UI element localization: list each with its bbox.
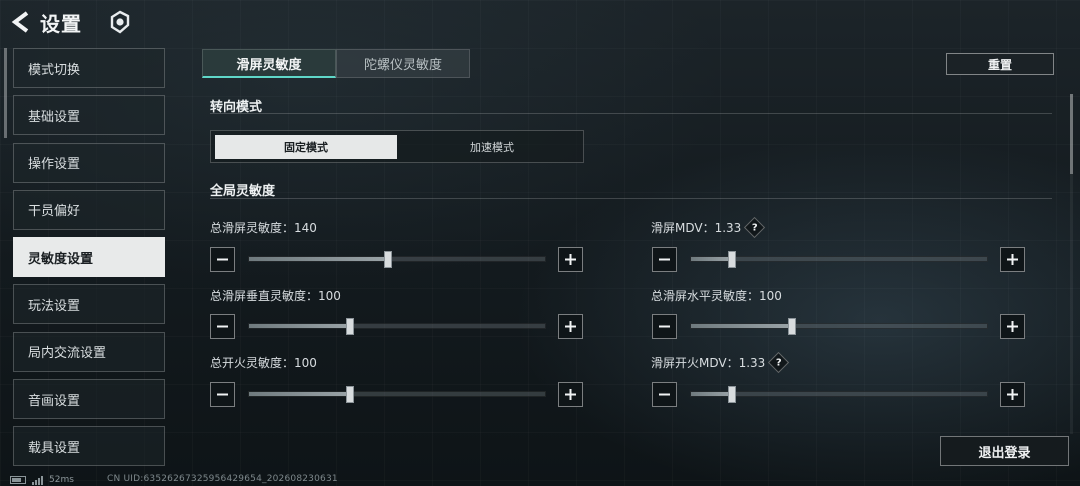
- logout-button[interactable]: 退出登录: [940, 436, 1069, 466]
- menu-item-vehicle[interactable]: 载具设置: [13, 426, 165, 467]
- menu-item-mode-switch[interactable]: 模式切换: [13, 48, 165, 88]
- vertical-sensitivity-slider[interactable]: [248, 318, 546, 335]
- vertical-sensitivity-increase-button[interactable]: [558, 314, 583, 339]
- menu-item-controls[interactable]: 操作设置: [13, 142, 165, 183]
- slider-label-text: 滑屏开火MDV：1.33: [651, 356, 766, 370]
- minus-icon: [217, 258, 228, 261]
- menu-scrollbar[interactable]: [4, 48, 7, 138]
- slider-thumb[interactable]: [384, 251, 393, 268]
- minus-icon: [659, 325, 670, 328]
- slider-thumb[interactable]: [345, 318, 354, 335]
- help-symbol: ?: [751, 222, 758, 233]
- slider-label-text: 总滑屏水平灵敏度：100: [651, 289, 782, 303]
- vertical-sensitivity-decrease-button[interactable]: [210, 314, 235, 339]
- plus-icon: [565, 389, 576, 400]
- help-icon[interactable]: ?: [744, 216, 766, 239]
- plus-icon: [1007, 321, 1018, 332]
- total-touch-sensitivity-decrease-button[interactable]: [210, 247, 235, 272]
- total-touch-sensitivity-label: 总滑屏灵敏度：140: [210, 219, 317, 236]
- menu-item-label: 灵敏度设置: [28, 251, 94, 267]
- menu-item-communication[interactable]: 局内交流设置: [13, 331, 165, 372]
- page-title: 设置: [40, 12, 82, 36]
- fixed-mode-button[interactable]: 固定模式: [215, 135, 397, 159]
- total-touch-sensitivity-slider[interactable]: [248, 251, 546, 268]
- plus-icon: [1007, 254, 1018, 265]
- slider-thumb[interactable]: [345, 386, 354, 403]
- slider-thumb[interactable]: [787, 318, 796, 335]
- minus-icon: [659, 258, 670, 261]
- help-symbol: ?: [775, 357, 782, 368]
- menu-item-operator-preferences[interactable]: 干员偏好: [13, 189, 165, 230]
- touch-mdv-decrease-button[interactable]: [652, 247, 677, 272]
- slider-fill: [249, 257, 389, 261]
- slider-fill: [691, 257, 733, 261]
- turn-mode-toggle: 固定模式 加速模式: [210, 130, 584, 163]
- minus-icon: [659, 393, 670, 396]
- touch-mdv-increase-button[interactable]: [1000, 247, 1025, 272]
- slider-label-text: 总滑屏垂直灵敏度：100: [210, 289, 341, 303]
- minus-icon: [217, 393, 228, 396]
- slider-label-text: 总开火灵敏度：100: [210, 356, 317, 370]
- header: 设置: [0, 0, 400, 44]
- menu-item-label: 模式切换: [28, 62, 81, 78]
- fire-mdv-increase-button[interactable]: [1000, 382, 1025, 407]
- reset-button[interactable]: 重置: [946, 53, 1054, 75]
- menu-item-label: 局内交流设置: [28, 346, 107, 362]
- tab-gyro-sensitivity[interactable]: 陀螺仪灵敏度: [336, 49, 470, 78]
- global-sensitivity-title: 全局灵敏度: [210, 184, 276, 199]
- brand-logo-icon: [108, 10, 132, 34]
- section-divider: [210, 198, 1052, 199]
- slider-thumb[interactable]: [728, 386, 737, 403]
- fire-sensitivity-slider[interactable]: [248, 386, 546, 403]
- menu-item-sensitivity[interactable]: 灵敏度设置: [13, 237, 165, 278]
- plus-icon: [565, 321, 576, 332]
- menu-item-label: 操作设置: [28, 157, 81, 173]
- help-icon[interactable]: ?: [768, 351, 790, 374]
- fire-sensitivity-decrease-button[interactable]: [210, 382, 235, 407]
- fire-sensitivity-increase-button[interactable]: [558, 382, 583, 407]
- menu-item-label: 音画设置: [28, 393, 81, 409]
- horizontal-sensitivity-increase-button[interactable]: [1000, 314, 1025, 339]
- menu-item-audio-video[interactable]: 音画设置: [13, 379, 165, 420]
- plus-icon: [565, 254, 576, 265]
- menu-item-label: 玩法设置: [28, 298, 81, 314]
- sidebar-menu: 模式切换 基础设置 操作设置 干员偏好 灵敏度设置 玩法设置 局内交流设置 音画…: [13, 48, 165, 474]
- slider-fill: [249, 324, 350, 328]
- battery-icon: [10, 476, 26, 484]
- horizontal-sensitivity-label: 总滑屏水平灵敏度：100: [651, 287, 782, 304]
- tab-touch-sensitivity[interactable]: 滑屏灵敏度: [202, 49, 336, 78]
- sensitivity-tabs: 滑屏灵敏度 陀螺仪灵敏度: [202, 49, 470, 78]
- fire-mdv-slider[interactable]: [690, 386, 988, 403]
- menu-item-basic-settings[interactable]: 基础设置: [13, 95, 165, 136]
- content-scrollbar[interactable]: [1070, 94, 1073, 174]
- horizontal-sensitivity-decrease-button[interactable]: [652, 314, 677, 339]
- uid-text: CN UID:63526267325956429654_202608230631: [107, 474, 338, 484]
- section-divider: [210, 113, 1052, 114]
- back-icon[interactable]: [10, 10, 32, 34]
- menu-item-label: 干员偏好: [28, 204, 81, 220]
- signal-icon: [32, 475, 43, 485]
- horizontal-sensitivity-slider[interactable]: [690, 318, 988, 335]
- fire-mdv-label: 滑屏开火MDV：1.33 ?: [651, 351, 790, 374]
- slider-fill: [691, 324, 792, 328]
- fire-sensitivity-label: 总开火灵敏度：100: [210, 354, 317, 371]
- total-touch-sensitivity-increase-button[interactable]: [558, 247, 583, 272]
- accelerated-mode-button[interactable]: 加速模式: [401, 135, 583, 159]
- menu-item-gameplay[interactable]: 玩法设置: [13, 284, 165, 325]
- status-bar: 52ms: [10, 474, 74, 486]
- ping-text: 52ms: [49, 475, 74, 485]
- minus-icon: [217, 325, 228, 328]
- vertical-sensitivity-label: 总滑屏垂直灵敏度：100: [210, 287, 341, 304]
- slider-label-text: 总滑屏灵敏度：140: [210, 221, 317, 235]
- touch-mdv-slider[interactable]: [690, 251, 988, 268]
- slider-thumb[interactable]: [728, 251, 737, 268]
- slider-label-text: 滑屏MDV：1.33: [651, 221, 742, 235]
- plus-icon: [1007, 389, 1018, 400]
- slider-fill: [249, 392, 350, 396]
- fire-mdv-decrease-button[interactable]: [652, 382, 677, 407]
- slider-fill: [691, 392, 733, 396]
- menu-item-label: 载具设置: [28, 440, 81, 456]
- touch-mdv-label: 滑屏MDV：1.33 ?: [651, 216, 766, 239]
- menu-item-label: 基础设置: [28, 109, 81, 125]
